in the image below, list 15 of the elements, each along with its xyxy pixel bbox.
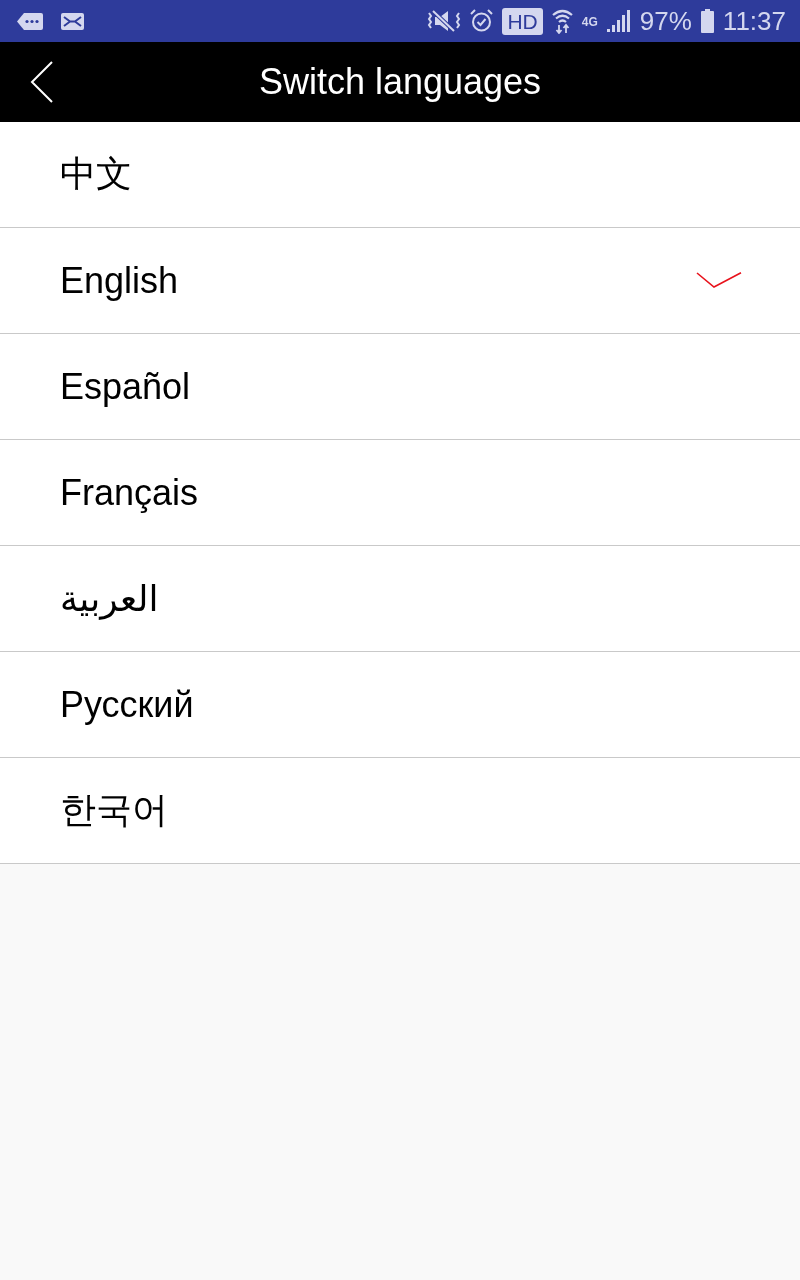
screen-title: Switch languages [257, 61, 543, 103]
clock-time: 11:37 [722, 8, 786, 34]
mail-icon [61, 12, 84, 30]
message-icon [17, 12, 43, 30]
check-icon [696, 271, 742, 288]
back-icon [30, 61, 54, 103]
hd-badge: HD [502, 7, 543, 35]
alarm-icon [470, 9, 494, 33]
back-button[interactable] [28, 60, 56, 104]
battery-percent: 97% [639, 8, 692, 34]
signal-icon [606, 10, 631, 32]
mute-vibrate-icon [427, 9, 462, 33]
wifi-icon [551, 8, 573, 34]
network-type-label: 4G [581, 15, 598, 28]
battery-icon [700, 9, 714, 33]
